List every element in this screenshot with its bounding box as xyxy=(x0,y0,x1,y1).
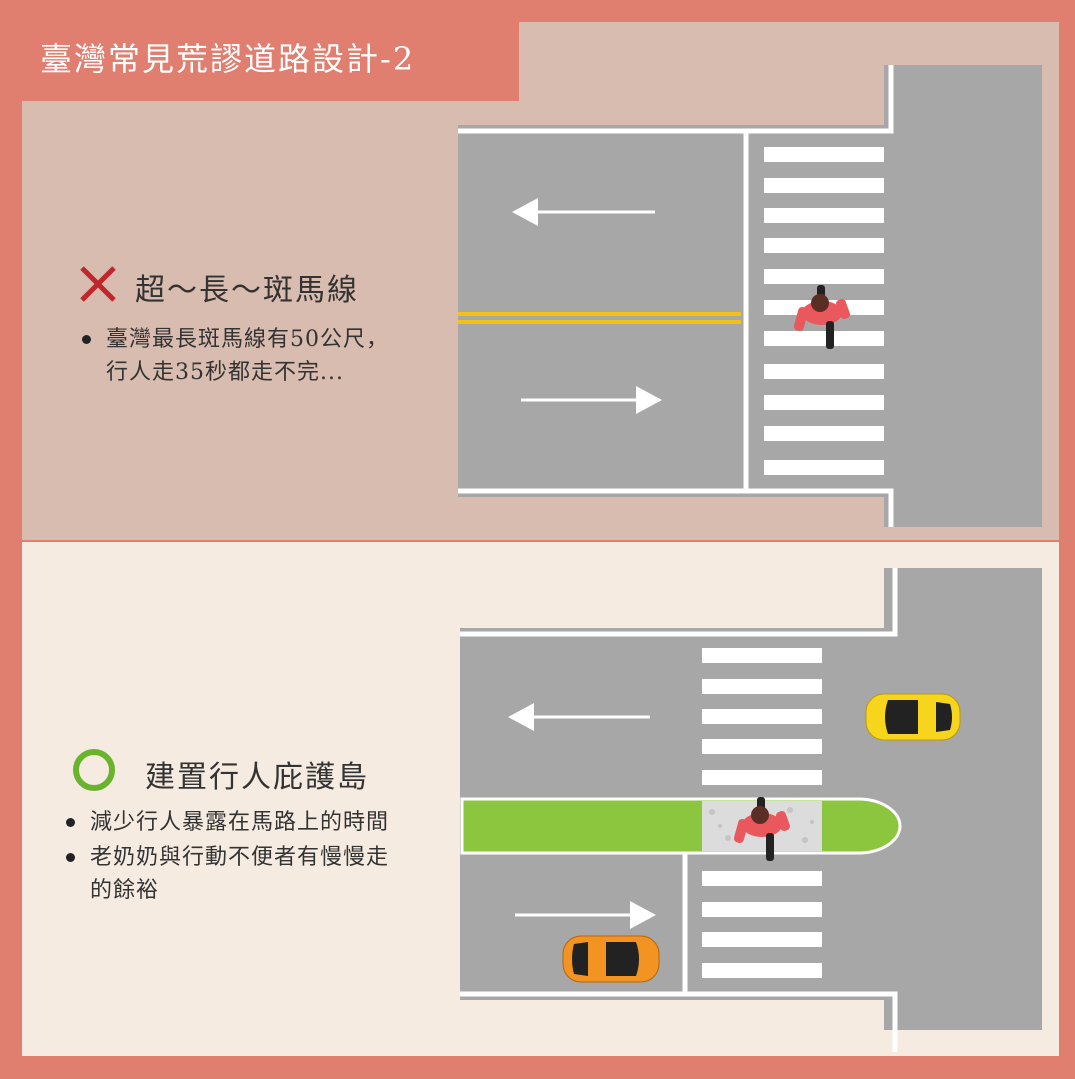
crosswalk-stripe xyxy=(702,871,822,886)
bad-bullet-continuation: 行人走35秒都走不完... xyxy=(106,360,344,385)
crosswalk-stripe xyxy=(764,238,884,253)
crosswalk-stripe xyxy=(764,426,884,441)
crosswalk-stripe xyxy=(702,739,822,754)
crosswalk-stripe xyxy=(702,963,822,978)
cross-road-surface xyxy=(884,568,1042,1030)
circle-icon xyxy=(73,749,115,791)
long-crosswalk-diagram xyxy=(458,65,1042,527)
crosswalk-stripe xyxy=(764,269,884,284)
crosswalk-stripe xyxy=(764,395,884,410)
good-heading: 建置行人庇護島 xyxy=(145,760,369,795)
road-diagrams xyxy=(73,65,1042,1052)
refuge-island xyxy=(460,797,902,855)
curb-line-top xyxy=(460,568,898,637)
crosswalk-stripe xyxy=(764,147,884,162)
crosswalk-stripe xyxy=(702,902,822,917)
curb-line-top xyxy=(458,65,894,134)
good-bullet: 減少行人暴露在馬路上的時間 xyxy=(65,806,389,839)
good-bullet-continuation: 的餘裕 xyxy=(90,878,160,903)
curb-line-bottom xyxy=(460,991,898,1052)
crosswalk-stripe xyxy=(764,178,884,193)
crosswalk-stripe xyxy=(702,648,822,663)
infographic: 臺灣常見荒謬道路設計-2 超～長～斑馬線 臺灣最長斑馬線有50公尺， 行人走35… xyxy=(0,0,1075,1079)
refuge-island-diagram xyxy=(460,568,1042,1052)
crosswalk-stripe xyxy=(764,331,884,346)
bad-bullet: 臺灣最長斑馬線有50公尺， xyxy=(82,323,389,356)
crosswalk-stripe xyxy=(702,932,822,947)
crosswalk-stripe xyxy=(702,679,822,694)
yellow-car-icon xyxy=(865,693,961,741)
crosswalk-stripe xyxy=(702,770,822,785)
crosswalk-stripe xyxy=(702,709,822,724)
good-bullet: 老奶奶與行動不便者有慢慢走 xyxy=(65,841,389,874)
crosswalk-stripe xyxy=(764,208,884,223)
bad-heading: 超～長～斑馬線 xyxy=(135,273,359,308)
cross-icon xyxy=(80,266,116,302)
orange-car-icon xyxy=(562,935,660,983)
crosswalk-stripe xyxy=(764,364,884,379)
cross-road-surface xyxy=(884,65,1042,527)
crosswalk-stripe xyxy=(764,460,884,475)
